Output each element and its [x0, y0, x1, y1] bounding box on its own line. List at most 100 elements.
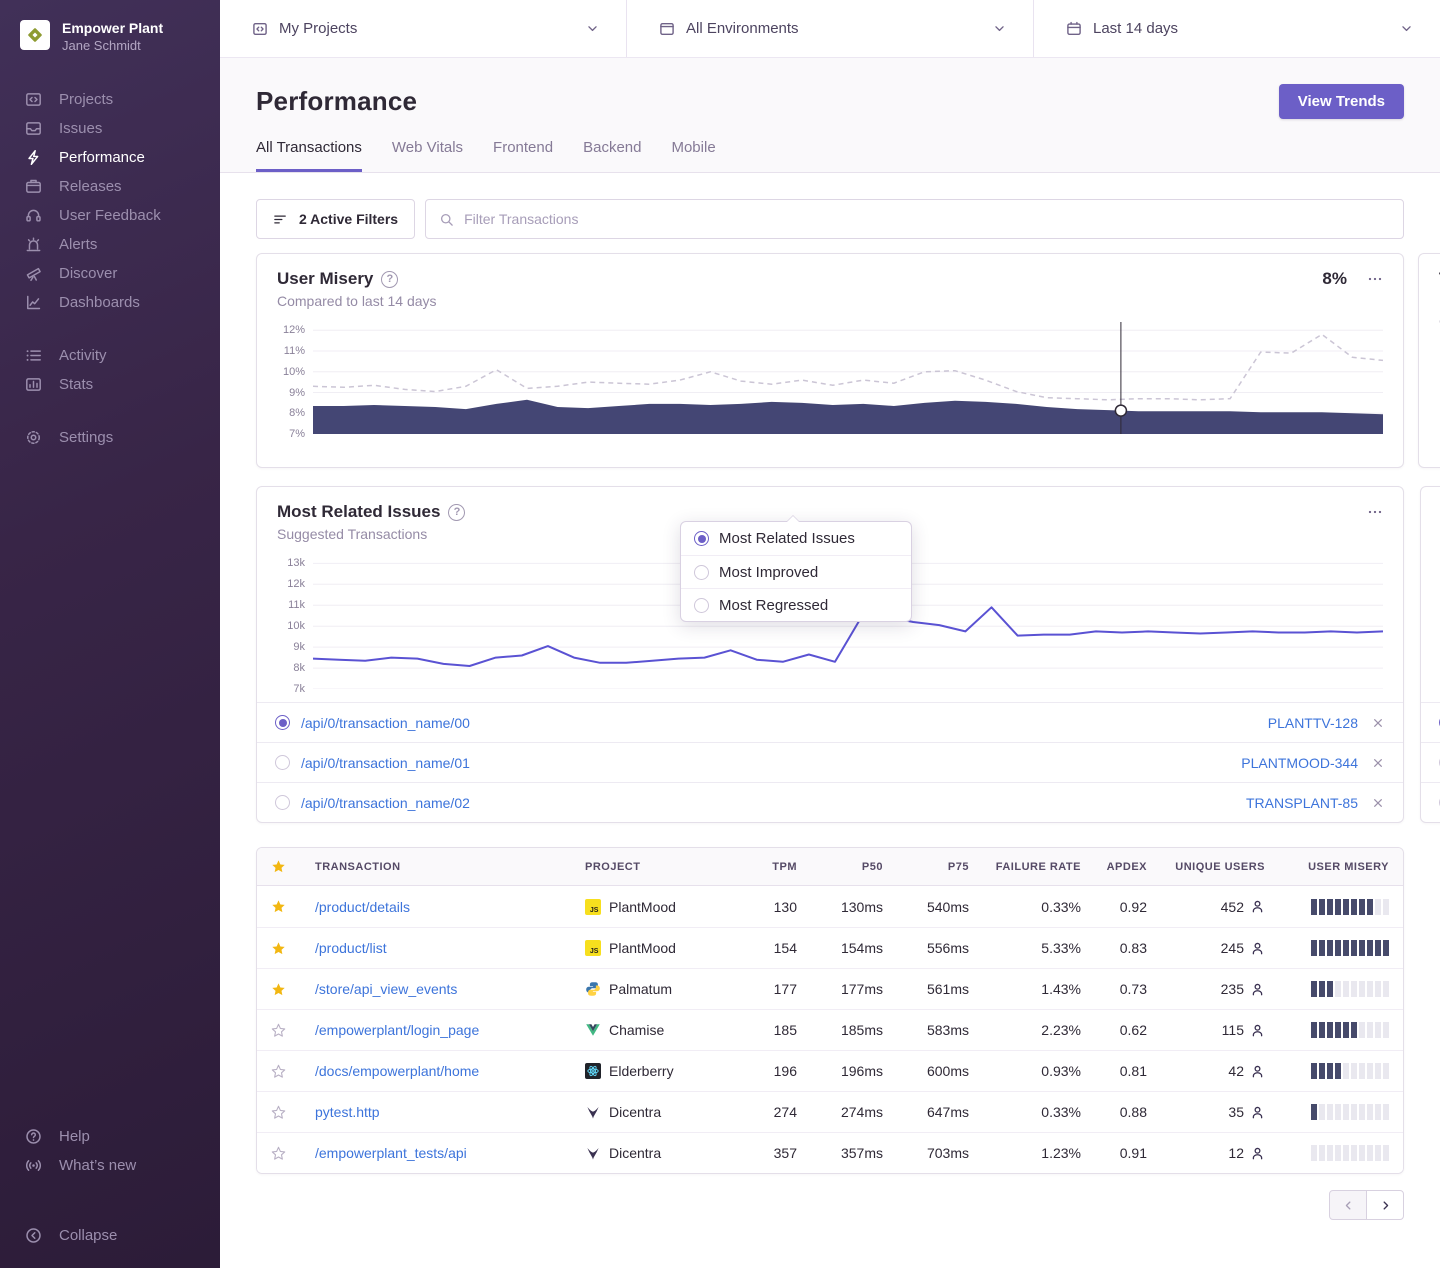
transaction-link[interactable]: /store/api_view_events — [315, 981, 457, 997]
unique-users-cell: 115 — [1147, 1022, 1265, 1038]
sidebar-item-what-s-new[interactable]: What’s new — [0, 1151, 220, 1180]
misery-bar — [1335, 981, 1341, 997]
transaction-link[interactable]: /api/0/transaction_name/02 — [301, 795, 470, 811]
key-transactions-star-icon[interactable] — [271, 859, 315, 874]
next-page-button[interactable] — [1366, 1190, 1404, 1220]
sidebar: Empower Plant Jane Schmidt ProjectsIssue… — [0, 0, 220, 1268]
chevron-right-icon — [1378, 1198, 1393, 1213]
sidebar-item-settings[interactable]: Settings — [0, 423, 220, 452]
card-menu-button[interactable] — [1367, 271, 1383, 287]
transaction-link[interactable]: /empowerplant/login_page — [315, 1022, 479, 1038]
transaction-radio[interactable] — [275, 755, 290, 770]
collapse-button[interactable]: Collapse — [0, 1221, 220, 1250]
misery-bar — [1383, 1022, 1389, 1038]
sidebar-item-releases[interactable]: Releases — [0, 172, 220, 201]
issue-link[interactable]: PLANTMOOD-344 — [1241, 755, 1358, 771]
search-input[interactable] — [464, 211, 1390, 227]
transaction-link[interactable]: /product/details — [315, 899, 410, 915]
transaction-link[interactable]: /product/list — [315, 940, 387, 956]
selector-my-projects[interactable]: My Projects — [220, 0, 627, 57]
user-misery-bars — [1265, 1063, 1389, 1079]
most-improved-widget: Most Improved?Transactions6k5k4k3k2k1k0/… — [1420, 486, 1440, 823]
misery-bar — [1359, 1022, 1365, 1038]
page-header: Performance View Trends All Transactions… — [220, 58, 1440, 173]
remove-transaction-button[interactable] — [1371, 756, 1385, 770]
sidebar-item-help[interactable]: Help — [0, 1122, 220, 1151]
org-header[interactable]: Empower Plant Jane Schmidt — [0, 0, 220, 53]
tab-mobile[interactable]: Mobile — [671, 139, 715, 172]
unique-users-value: 35 — [1228, 1104, 1244, 1120]
transaction-link[interactable]: /api/0/transaction_name/01 — [301, 755, 470, 771]
column-header-failure-rate: FAILURE RATE — [969, 861, 1081, 873]
menu-item-radio[interactable] — [694, 565, 709, 580]
transaction-radio[interactable] — [275, 715, 290, 730]
y-axis-label: 7k — [293, 682, 305, 696]
vue-icon — [585, 1022, 601, 1038]
user-icon — [1250, 1146, 1265, 1161]
misery-bar — [1343, 1145, 1349, 1161]
menu-item-most-improved[interactable]: Most Improved — [681, 555, 911, 588]
star-toggle[interactable] — [271, 1064, 315, 1079]
tab-web-vitals[interactable]: Web Vitals — [392, 139, 463, 172]
sidebar-item-discover[interactable]: Discover — [0, 259, 220, 288]
transaction-link[interactable]: pytest.http — [315, 1104, 380, 1120]
star-toggle[interactable] — [271, 982, 315, 997]
chevron-down-icon — [585, 21, 600, 36]
menu-item-most-regressed[interactable]: Most Regressed — [681, 588, 911, 621]
transaction-link[interactable]: /docs/empowerplant/home — [315, 1063, 479, 1079]
star-toggle[interactable] — [271, 1105, 315, 1120]
project-name: Dicentra — [609, 1104, 661, 1120]
unique-users-value: 452 — [1221, 899, 1244, 915]
y-axis-label: 10k — [287, 619, 305, 633]
user-misery-chart: 12%11%10%9%8%7% — [277, 322, 1383, 434]
star-toggle[interactable] — [271, 1023, 315, 1038]
star-toggle[interactable] — [271, 899, 315, 914]
remove-transaction-button[interactable] — [1371, 716, 1385, 730]
project-name: Palmatum — [609, 981, 672, 997]
misery-bar — [1311, 899, 1317, 915]
menu-item-label: Most Improved — [719, 564, 818, 581]
star-toggle[interactable] — [271, 941, 315, 956]
sidebar-item-activity[interactable]: Activity — [0, 341, 220, 370]
sidebar-item-dashboards[interactable]: Dashboards — [0, 288, 220, 317]
selector-last-14-days[interactable]: Last 14 days — [1034, 0, 1440, 57]
global-filter-bar: My ProjectsAll EnvironmentsLast 14 days — [220, 0, 1440, 58]
menu-item-radio[interactable] — [694, 531, 709, 546]
transaction-link[interactable]: /api/0/transaction_name/00 — [301, 715, 470, 731]
user-icon — [1250, 1064, 1265, 1079]
widget-menu-button[interactable] — [1367, 504, 1383, 520]
help-icon: ? — [448, 504, 465, 521]
active-filters-button[interactable]: 2 Active Filters — [256, 199, 415, 239]
user-misery-card: User Misery?8%Compared to last 14 days12… — [256, 253, 1404, 468]
tab-all-transactions[interactable]: All Transactions — [256, 139, 362, 172]
menu-item-radio[interactable] — [694, 598, 709, 613]
sidebar-item-stats[interactable]: Stats — [0, 370, 220, 399]
misery-bar — [1335, 1145, 1341, 1161]
issue-link[interactable]: PLANTTV-128 — [1268, 715, 1358, 731]
sidebar-item-projects[interactable]: Projects — [0, 85, 220, 114]
remove-transaction-button[interactable] — [1371, 796, 1385, 810]
transaction-link[interactable]: /empowerplant_tests/api — [315, 1145, 467, 1161]
user-icon — [1250, 941, 1265, 956]
sidebar-item-performance[interactable]: Performance — [0, 143, 220, 172]
tab-backend[interactable]: Backend — [583, 139, 641, 172]
project-cell: Dicentra — [585, 1145, 733, 1161]
misery-bar — [1359, 940, 1365, 956]
view-trends-button[interactable]: View Trends — [1279, 84, 1404, 119]
table-row: /product/detailsJSPlantMood130130ms540ms… — [257, 886, 1403, 927]
menu-item-most-related-issues[interactable]: Most Related Issues — [681, 522, 911, 555]
misery-bar — [1319, 1063, 1325, 1079]
sidebar-item-alerts[interactable]: Alerts — [0, 230, 220, 259]
issue-link[interactable]: TRANSPLANT-85 — [1246, 795, 1358, 811]
unique-users-cell: 245 — [1147, 940, 1265, 956]
close-icon — [1371, 796, 1385, 810]
table-row: /empowerplant/login_pageChamise185185ms5… — [257, 1009, 1403, 1050]
misery-bar — [1367, 1104, 1373, 1120]
sidebar-item-user-feedback[interactable]: User Feedback — [0, 201, 220, 230]
selector-all-environments[interactable]: All Environments — [627, 0, 1034, 57]
tab-frontend[interactable]: Frontend — [493, 139, 553, 172]
sidebar-item-issues[interactable]: Issues — [0, 114, 220, 143]
transaction-radio[interactable] — [275, 795, 290, 810]
star-toggle[interactable] — [271, 1146, 315, 1161]
user-icon — [1250, 1105, 1265, 1120]
